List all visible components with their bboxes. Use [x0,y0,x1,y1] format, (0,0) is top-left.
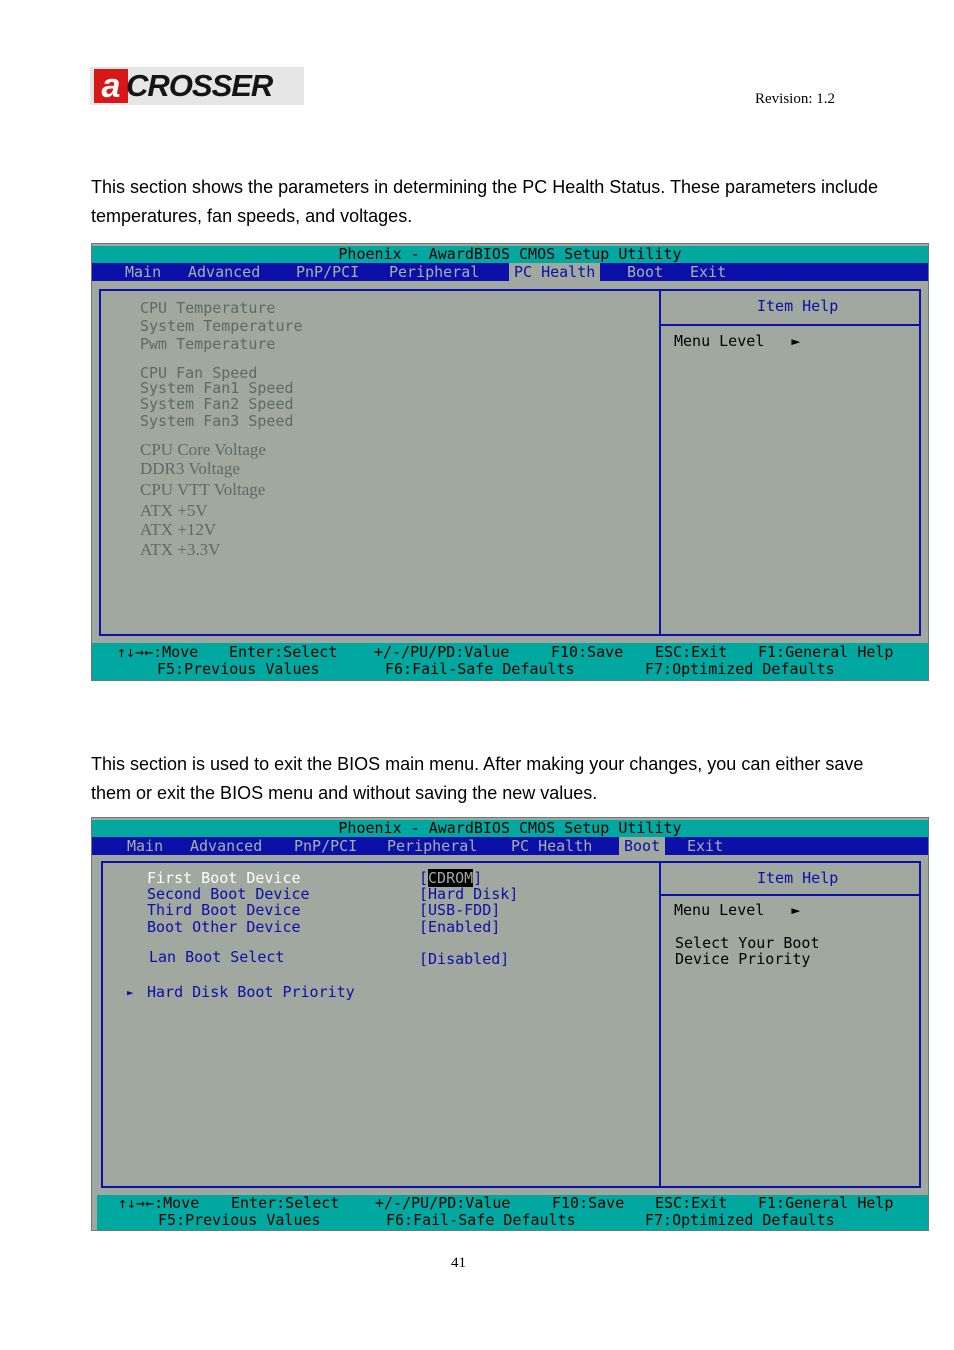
item-atx-5v[interactable]: ATX +5V [140,502,208,519]
tab-advanced[interactable]: Advanced [183,263,265,281]
value-lan-boot[interactable]: [Disabled] [419,951,509,968]
bios-panel: Item Help Menu Level ► CPU Temperature S… [99,289,921,636]
hint-save: F10:Save [552,1194,625,1212]
hint-move: ↑↓→←:Move [118,1194,200,1212]
item-cpu-core-voltage[interactable]: CPU Core Voltage [140,441,266,458]
hint-move: ↑↓→←:Move [117,643,199,661]
tab-main[interactable]: Main [122,837,168,855]
hint-prev: F5:Previous Values [158,1211,321,1229]
item-help-title: Item Help [757,869,839,887]
intro-paragraph-exit: This section is used to exit the BIOS ma… [91,754,864,803]
menu-level: Menu Level ► [674,332,801,350]
item-boot-other[interactable]: Boot Other Device [147,919,301,936]
tab-exit[interactable]: Exit [685,263,731,281]
item-ddr3-voltage[interactable]: DDR3 Voltage [140,460,240,477]
bios-footer: ↑↓→←:Move Enter:Select +/-/PU/PD:Value F… [92,643,928,680]
arrow-right-icon: ► [791,332,801,350]
tab-pnp-pci[interactable]: PnP/PCI [289,837,362,855]
tab-peripheral[interactable]: Peripheral [384,263,484,281]
tab-pc-health[interactable]: PC Health [506,837,597,855]
bios-screen-pc-health: Phoenix - AwardBIOS CMOS Setup Utility M… [91,243,929,681]
help-text-line: Device Priority [675,950,811,968]
hint-value: +/-/PU/PD:Value [375,1194,511,1212]
item-help-title: Item Help [757,297,839,315]
hint-failsafe: F6:Fail-Safe Defaults [386,1211,576,1229]
arrow-right-icon: ► [791,901,801,919]
item-third-boot[interactable]: Third Boot Device [147,902,301,919]
bios-screen-boot: Phoenix - AwardBIOS CMOS Setup Utility M… [91,817,929,1231]
hint-optimized: F7:Optimized Defaults [645,660,835,678]
hint-select: Enter:Select [229,643,338,661]
value-boot-other[interactable]: [Enabled] [419,919,500,936]
submenu-hard-disk-priority[interactable]: Hard Disk Boot Priority [147,984,355,1001]
item-sys-fan3[interactable]: System Fan3 Speed [140,413,294,430]
submenu-arrow-icon: ► [127,986,134,999]
hint-failsafe: F6:Fail-Safe Defaults [385,660,575,678]
page-number: 41 [451,1255,466,1271]
item-system-temp[interactable]: System Temperature [140,318,303,335]
bios-title: Phoenix - AwardBIOS CMOS Setup Utility [92,246,928,263]
item-pwm-temp[interactable]: Pwm Temperature [140,336,275,353]
tab-peripheral[interactable]: Peripheral [382,837,482,855]
hint-prev: F5:Previous Values [157,660,320,678]
tab-exit[interactable]: Exit [682,837,728,855]
menu-level: Menu Level ► [674,901,801,919]
hint-exit: ESC:Exit [655,643,728,661]
hint-value: +/-/PU/PD:Value [374,643,510,661]
item-lan-boot[interactable]: Lan Boot Select [149,949,284,966]
tab-advanced[interactable]: Advanced [185,837,267,855]
document-page: a CROSSER Revision: 1.2 This section show… [0,0,954,1350]
item-sys-fan2[interactable]: System Fan2 Speed [140,396,294,413]
tab-boot[interactable]: Boot [622,263,668,281]
intro-paragraph-health: This section shows the parameters in det… [91,177,879,226]
hint-optimized: F7:Optimized Defaults [645,1211,835,1229]
item-atx-3v3[interactable]: ATX +3.3V [140,541,220,558]
item-atx-12v[interactable]: ATX +12V [140,521,216,538]
acrosser-logo: a CROSSER [90,67,304,105]
bios-footer: ↑↓→←:Move Enter:Select +/-/PU/PD:Value F… [97,1195,928,1230]
item-cpu-vtt-voltage[interactable]: CPU VTT Voltage [140,481,265,498]
tab-pnp-pci[interactable]: PnP/PCI [291,263,364,281]
bios-menu-bar: Main Advanced PnP/PCI Peripheral PC Heal… [92,837,928,855]
tab-pc-health[interactable]: PC Health [509,263,601,281]
hint-select: Enter:Select [231,1194,340,1212]
hint-help: F1:General Help [758,643,894,661]
tab-boot[interactable]: Boot [619,837,666,855]
item-cpu-temp[interactable]: CPU Temperature [140,300,275,317]
hint-help: F1:General Help [758,1194,894,1212]
hint-exit: ESC:Exit [655,1194,728,1212]
value-third-boot[interactable]: [USB-FDD] [419,902,500,919]
hint-save: F10:Save [551,643,624,661]
tab-main[interactable]: Main [120,263,166,281]
bios-panel: Item Help Menu Level ► Select Your Boot … [101,861,921,1188]
revision: Revision: 1.2 [755,91,836,107]
bios-menu-bar: Main Advanced PnP/PCI Peripheral PC Heal… [92,263,928,281]
bios-title: Phoenix - AwardBIOS CMOS Setup Utility [92,820,928,837]
